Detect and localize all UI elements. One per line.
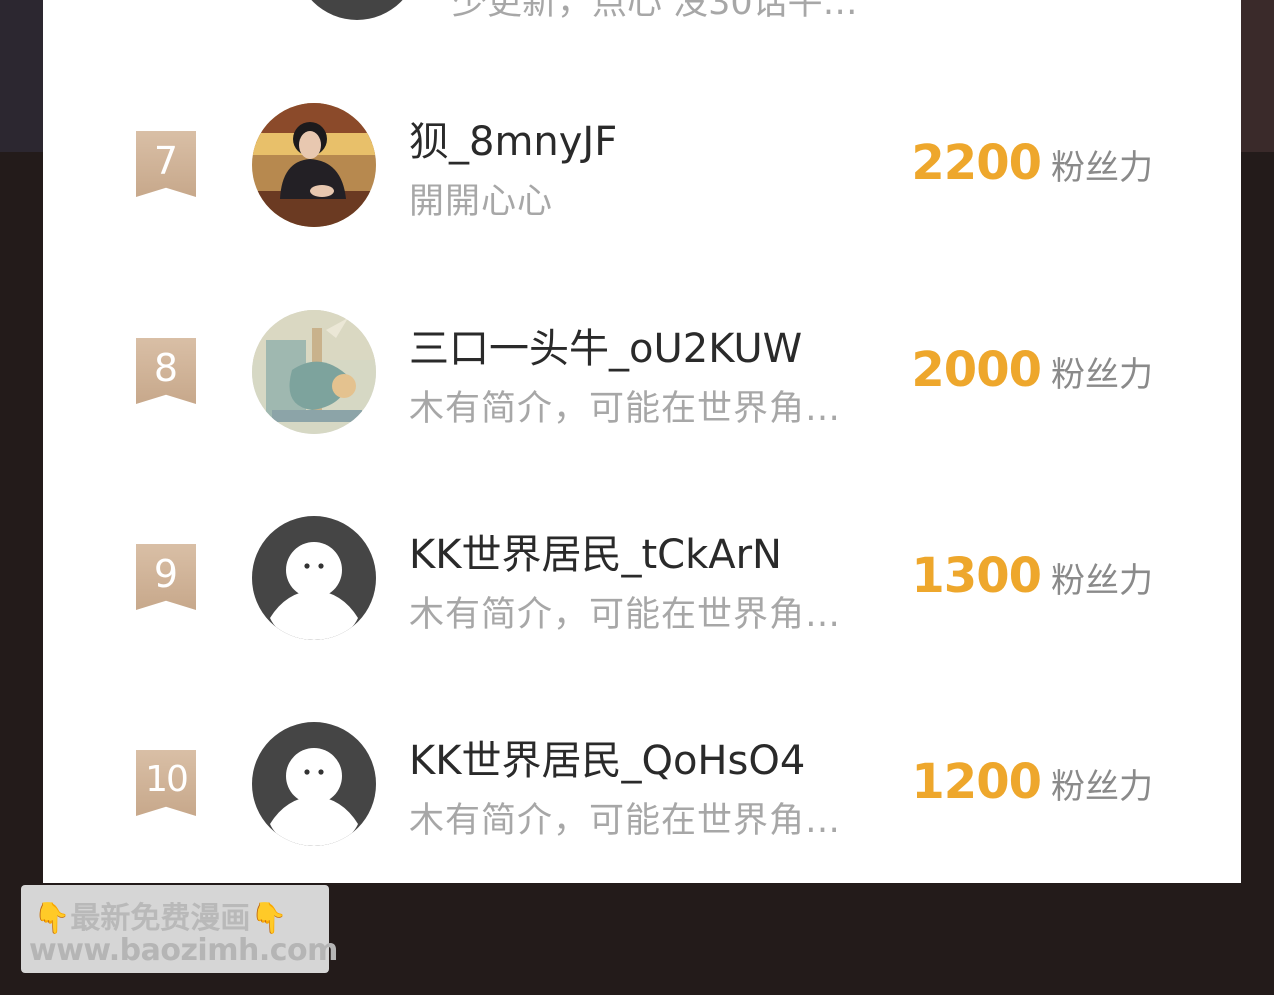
watermark-title: 👇最新免费漫画👇 [33,893,288,937]
fan-score: 2200 粉丝力 [911,135,1153,191]
user-name: 狈_8mnyJF [409,119,618,165]
score-unit: 粉丝力 [1051,355,1153,395]
leaderboard-panel: 少更新，点心 没30话平… 7 狈_8mnyJF 開開心心 2200粉丝力 8 [43,0,1241,883]
score-value: 1200 [911,754,1042,810]
pointing-down-hand-icon: 👇 [250,901,288,936]
rank-badge: 10 [136,750,196,816]
score-unit: 粉丝力 [1051,148,1153,188]
fan-score: 2000 粉丝力 [911,342,1153,398]
user-name: KK世界居民_tCkArN [409,532,782,578]
score-value: 2200 [911,135,1042,191]
score-unit: 粉丝力 [1051,561,1153,601]
user-name: 三口一头牛_oU2KUW [409,326,803,372]
fan-score: 1300 粉丝力 [911,548,1153,604]
user-name: KK世界居民_QoHsO4 [409,738,806,784]
previous-avatar[interactable] [295,0,419,20]
rank-badge: 7 [136,131,196,197]
avatar[interactable] [252,103,376,227]
user-bio: 木有简介，可能在世界角… [409,389,842,429]
score-value: 2000 [911,342,1042,398]
pointing-down-hand-icon: 👇 [33,901,71,936]
user-bio: 木有简介，可能在世界角… [409,801,842,841]
score-value: 1300 [911,548,1042,604]
rank-badge: 8 [136,338,196,404]
watermark-text: 最新免费漫画 [70,901,251,936]
score-unit: 粉丝力 [1051,767,1153,807]
default-avatar-icon[interactable] [252,516,376,640]
leaderboard-row[interactable]: 7 狈_8mnyJF 開開心心 2200 粉丝力 [43,101,1241,231]
user-bio: 木有简介，可能在世界角… [409,595,842,635]
user-bio: 開開心心 [409,182,554,222]
watermark: 👇最新免费漫画👇 www.baozimh.com [21,885,338,973]
leaderboard-row[interactable]: 9 KK世界居民_tCkArN 木有简介，可能在世界角… 1300 粉丝力 [43,514,1241,644]
avatar[interactable] [252,310,376,434]
fan-score: 1200 粉丝力 [911,754,1153,810]
watermark-url: www.baozimh.com [29,933,338,968]
default-avatar-icon[interactable] [252,722,376,846]
leaderboard-row[interactable]: 10 KK世界居民_QoHsO4 木有简介，可能在世界角… 1200 粉丝力 [43,720,1241,850]
leaderboard-row[interactable]: 8 三口一头牛_oU2KUW 木有简介，可能在世界角… 2000 粉丝力 [43,308,1241,438]
rank-badge: 9 [136,544,196,610]
previous-bio: 少更新，点心 没30话平… [452,0,858,23]
